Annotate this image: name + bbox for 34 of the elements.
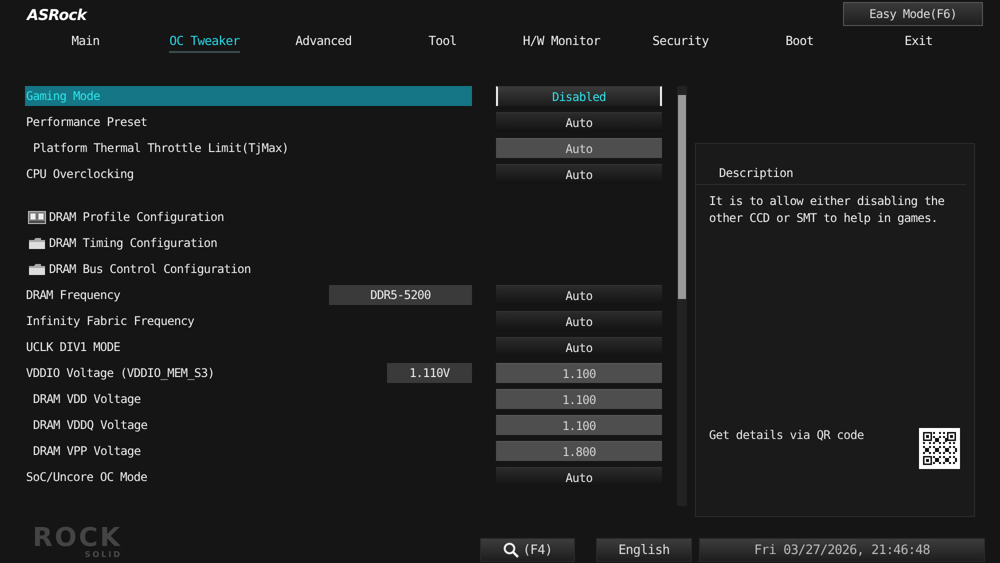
- value-selector[interactable]: Disabled: [496, 86, 662, 106]
- language-button[interactable]: English: [596, 538, 692, 562]
- setting-label[interactable]: SoC/Uncore OC Mode: [25, 467, 148, 487]
- search-button[interactable]: (F4): [480, 538, 575, 562]
- menu-tab[interactable]: H/W Monitor: [522, 31, 600, 53]
- scrollbar[interactable]: [677, 86, 687, 506]
- easy-mode-button[interactable]: Easy Mode(F6): [843, 2, 983, 26]
- search-icon: [502, 542, 519, 558]
- date-time-display: Fri 03/27/2026, 21:46:48: [699, 538, 985, 562]
- menu-tab[interactable]: Main: [71, 31, 100, 53]
- description-text: It is to allow either disabling the other CCD or SMT to help in games.: [708, 193, 946, 227]
- qr-code: [919, 428, 960, 469]
- submenu-item[interactable]: DRAM Bus Control Configuration: [25, 262, 251, 276]
- setting-label[interactable]: DRAM Frequency: [25, 285, 120, 305]
- menu-tab[interactable]: Exit: [904, 31, 933, 53]
- folder-icon: [28, 262, 46, 276]
- memory-module-icon: [28, 210, 46, 224]
- setting-label[interactable]: UCLK DIV1 MODE: [25, 337, 120, 357]
- menu-tab[interactable]: OC Tweaker: [169, 31, 240, 53]
- menu-tab[interactable]: Boot: [785, 31, 814, 53]
- folder-icon: [28, 236, 46, 250]
- qr-caption: Get details via QR code: [709, 428, 864, 442]
- submenu-item[interactable]: DRAM Profile Configuration: [25, 210, 224, 224]
- brand-logo: ASRock: [27, 6, 86, 24]
- menu-tab[interactable]: Security: [652, 31, 709, 53]
- menu-tab[interactable]: Advanced: [295, 31, 352, 53]
- submenu-item[interactable]: DRAM Timing Configuration: [25, 236, 218, 250]
- menu-tab[interactable]: Tool: [428, 31, 457, 53]
- current-value: 1.110V: [387, 363, 472, 383]
- setting-label[interactable]: Infinity Fabric Frequency: [25, 311, 194, 331]
- current-value: DDR5-5200: [329, 285, 472, 305]
- description-title: Description: [696, 144, 966, 185]
- setting-label[interactable]: Performance Preset: [25, 112, 148, 132]
- setting-label[interactable]: CPU Overclocking: [25, 164, 134, 184]
